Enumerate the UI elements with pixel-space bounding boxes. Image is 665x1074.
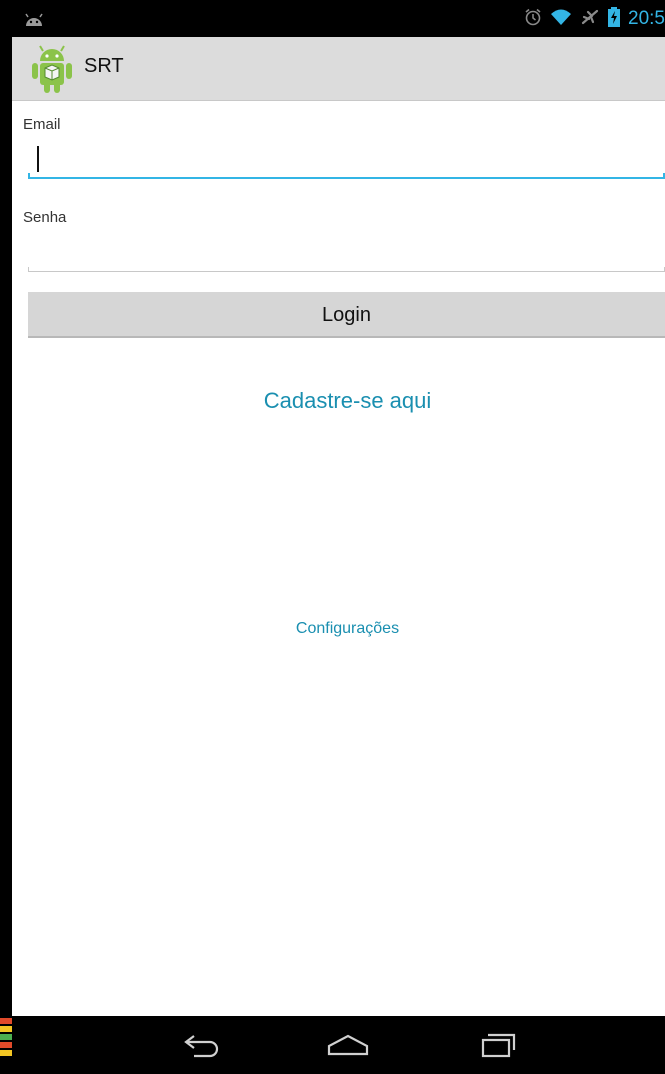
- frame-stripe: [0, 1018, 12, 1024]
- recent-apps-icon[interactable]: [467, 1028, 527, 1062]
- password-field[interactable]: [28, 232, 665, 274]
- text-cursor: [37, 146, 39, 172]
- wifi-icon: [550, 8, 572, 30]
- android-notification-icon: [24, 12, 44, 31]
- frame-stripe: [0, 1042, 12, 1048]
- airplane-mode-icon: [580, 8, 600, 30]
- status-time: 20:5: [628, 8, 665, 29]
- back-icon[interactable]: [172, 1028, 232, 1062]
- frame-stripe: [0, 1034, 12, 1040]
- alarm-icon: [524, 8, 542, 30]
- register-link[interactable]: Cadastre-se aqui: [12, 388, 665, 414]
- device-frame-edge: [0, 0, 12, 1074]
- app-title: SRT: [84, 55, 124, 77]
- email-label: Email: [23, 116, 61, 133]
- home-icon[interactable]: [318, 1028, 378, 1062]
- email-field[interactable]: [28, 138, 665, 180]
- app-screen: 20:5 SRT Email Senha Login Cadastre-se a…: [12, 0, 665, 1074]
- email-field-underline: [28, 173, 665, 179]
- navigation-bar: [12, 1016, 665, 1074]
- frame-stripe: [0, 1026, 12, 1032]
- status-bar: 20:5: [12, 0, 665, 37]
- password-label: Senha: [23, 209, 67, 226]
- android-app-icon[interactable]: [28, 41, 76, 99]
- settings-link[interactable]: Configurações: [12, 620, 665, 638]
- action-bar: SRT: [12, 37, 665, 101]
- frame-stripe: [0, 1050, 12, 1056]
- status-icons: 20:5: [524, 7, 665, 31]
- login-button[interactable]: Login: [28, 292, 665, 338]
- battery-charging-icon: [608, 7, 621, 31]
- password-field-underline: [28, 267, 665, 272]
